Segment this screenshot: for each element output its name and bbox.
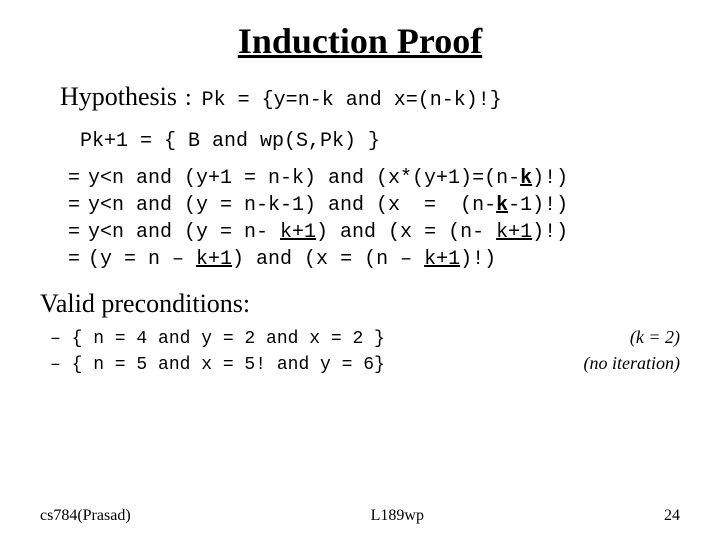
valid-title: Valid preconditions: (40, 289, 680, 319)
valid-section: Valid preconditions: – { n = 4 and y = 2… (40, 289, 680, 375)
valid-line-content-2: – { n = 5 and x = 5! and y = 6} (50, 355, 564, 375)
page-title: Induction Proof (40, 20, 680, 62)
equals-1: = (50, 167, 80, 190)
equals-4: = (50, 248, 80, 271)
valid-line-content-1: – { n = 4 and y = 2 and x = 2 } (50, 329, 610, 349)
valid-line-comment-1: (k = 2) (630, 327, 680, 348)
page: Induction Proof Hypothesis : Pk = {y=n-k… (0, 0, 720, 540)
valid-line-2: – { n = 5 and x = 5! and y = 6} (no iter… (40, 353, 680, 375)
footer-right: 24 (664, 507, 680, 525)
proof-line-4: = (y = n – k+1) and (x = (n – k+1)!) (40, 248, 680, 271)
line-content-1: y<n and (y+1 = n-k) and (x*(y+1)=(n-k)!) (88, 167, 568, 190)
line-content-4: (y = n – k+1) and (x = (n – k+1)!) (88, 248, 496, 271)
proof-line-2: = y<n and (y = n-k-1) and (x = (n-k-1)!) (40, 194, 680, 217)
hypothesis-colon: : (185, 85, 192, 112)
line-content-2: y<n and (y = n-k-1) and (x = (n-k-1)!) (88, 194, 568, 217)
hypothesis-line: Hypothesis : Pk = {y=n-k and x=(n-k)!} (40, 82, 680, 112)
footer-left: cs784(Prasad) (40, 507, 131, 525)
proof-line-3: = y<n and (y = n- k+1) and (x = (n- k+1)… (40, 221, 680, 244)
footer-center: L189wp (371, 507, 424, 525)
pk1-line: Pk+1 = { B and wp(S,Pk) } (40, 130, 680, 153)
valid-line-1: – { n = 4 and y = 2 and x = 2 } (k = 2) (40, 327, 680, 349)
pk1-content: Pk+1 = { B and wp(S,Pk) } (80, 130, 380, 153)
equals-3: = (50, 221, 80, 244)
line-content-3: y<n and (y = n- k+1) and (x = (n- k+1)!) (88, 221, 568, 244)
equals-2: = (50, 194, 80, 217)
proof-line-1: = y<n and (y+1 = n-k) and (x*(y+1)=(n-k)… (40, 167, 680, 190)
hypothesis-label: Hypothesis (60, 82, 177, 112)
footer: cs784(Prasad) L189wp 24 (40, 507, 680, 525)
hypothesis-content: Pk = {y=n-k and x=(n-k)!} (202, 89, 502, 112)
valid-line-comment-2: (no iteration) (584, 353, 681, 374)
proof-lines: = y<n and (y+1 = n-k) and (x*(y+1)=(n-k)… (40, 167, 680, 271)
